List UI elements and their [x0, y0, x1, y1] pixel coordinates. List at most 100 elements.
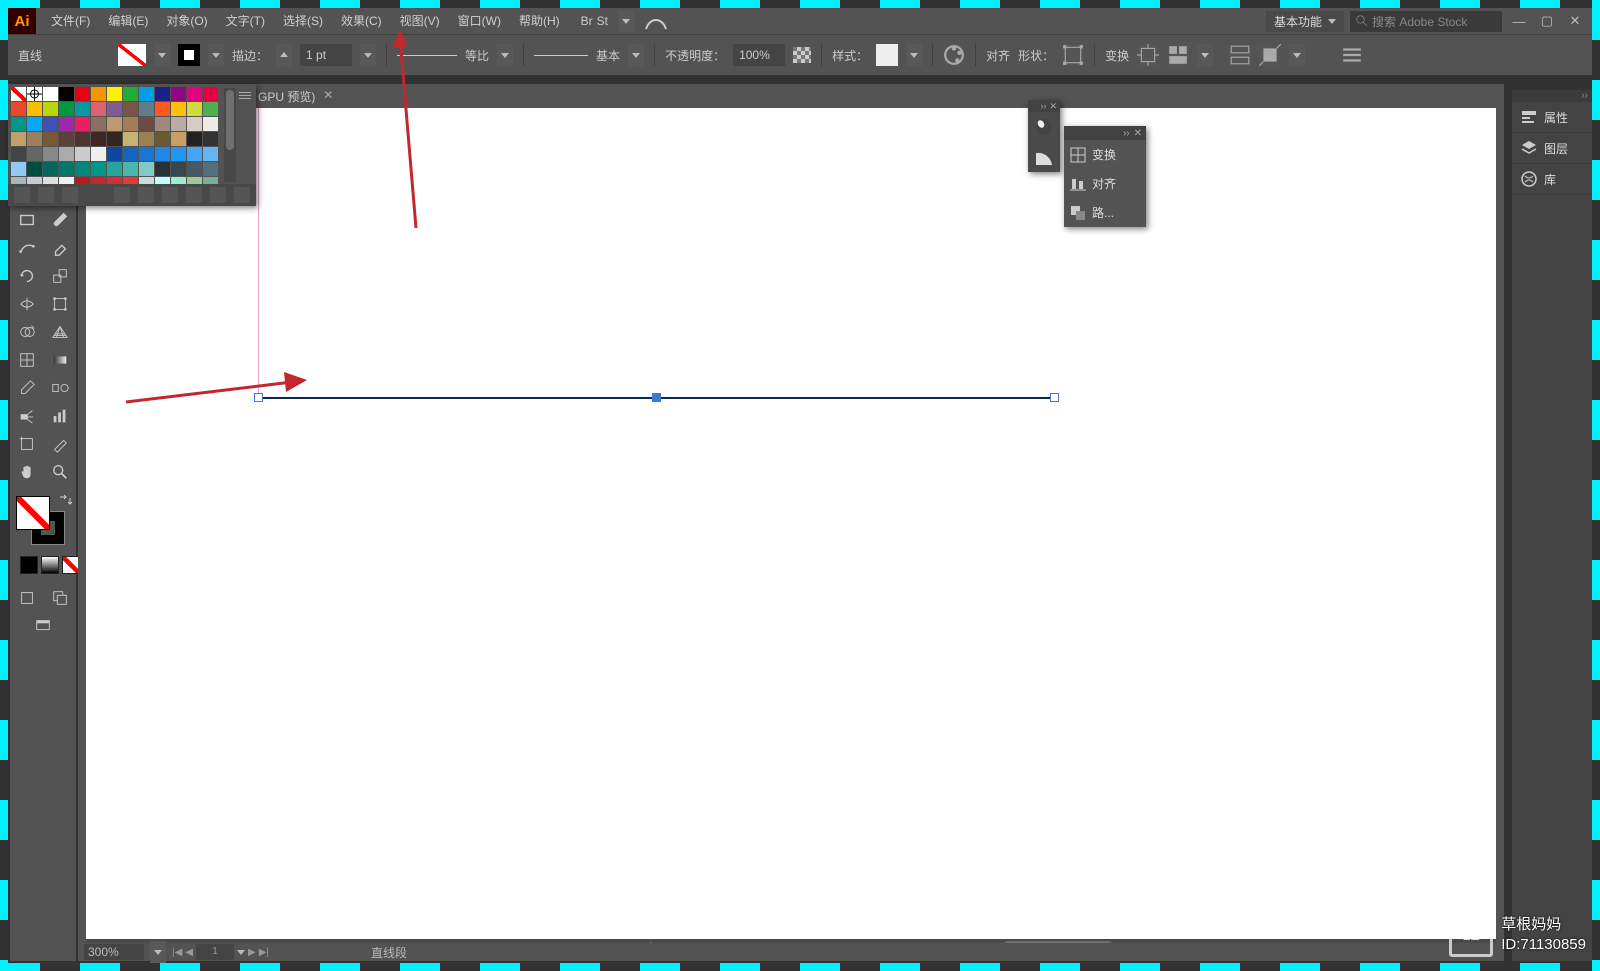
window-maximize[interactable]: ▢ — [1536, 12, 1558, 30]
zoom-tool[interactable] — [43, 458, 76, 486]
swatch-color[interactable] — [59, 147, 74, 161]
swatch-color[interactable] — [139, 102, 154, 116]
menu-window[interactable]: 窗口(W) — [449, 8, 510, 34]
swatch-color[interactable] — [107, 147, 122, 161]
swatch-color[interactable] — [171, 147, 186, 161]
swatch-color[interactable] — [139, 117, 154, 131]
artboard-index[interactable]: 1 — [196, 944, 234, 960]
swatch-color[interactable] — [155, 177, 170, 184]
swatch-color[interactable] — [171, 87, 186, 101]
swatch-color[interactable] — [203, 177, 218, 184]
swatch-color[interactable] — [171, 102, 186, 116]
swatch-kind-icon[interactable] — [38, 187, 54, 203]
fill-color-swatch[interactable] — [118, 44, 146, 66]
menu-edit[interactable]: 编辑(E) — [99, 8, 157, 34]
swatch-color[interactable] — [203, 147, 218, 161]
swatch-color[interactable] — [171, 117, 186, 131]
swatches-menu-icon[interactable] — [236, 86, 254, 104]
recolor-artwork-icon[interactable] — [943, 44, 965, 66]
swatch-color[interactable] — [43, 177, 58, 184]
align-panel-row[interactable]: 对齐 — [1064, 169, 1146, 198]
selection-handle-mid[interactable] — [652, 393, 661, 402]
perspective-grid-tool[interactable] — [43, 318, 76, 346]
swatch-color[interactable] — [11, 147, 26, 161]
swatch-color[interactable] — [43, 117, 58, 131]
next-artboard-icon[interactable]: ▶ — [248, 947, 256, 958]
color-panel-icon[interactable] — [1028, 112, 1060, 142]
selection-handle-left[interactable] — [254, 393, 263, 402]
fill-color-dropdown[interactable] — [154, 44, 170, 66]
swatch-color[interactable] — [187, 117, 202, 131]
swatch-color[interactable] — [91, 177, 106, 184]
align-to-dropdown[interactable] — [1197, 44, 1213, 66]
rotate-tool[interactable] — [10, 262, 43, 290]
screen-mode-icon[interactable] — [10, 612, 76, 640]
xy-input-icon[interactable] — [1229, 44, 1251, 66]
swatch-color[interactable] — [123, 162, 138, 176]
swatch-color[interactable] — [91, 117, 106, 131]
transform-panel-row[interactable]: 变换 — [1064, 140, 1146, 169]
swatch-color[interactable] — [187, 162, 202, 176]
libraries-panel-tab[interactable]: 库 — [1512, 164, 1592, 195]
opacity-slider-icon[interactable] — [793, 47, 811, 63]
menu-help[interactable]: 帮助(H) — [510, 8, 569, 34]
hand-tool[interactable] — [10, 458, 43, 486]
swatch-color[interactable] — [107, 132, 122, 146]
fill-stroke-indicator[interactable] — [10, 492, 76, 552]
stroke-weight-dropdown[interactable] — [360, 44, 376, 66]
swatch-color[interactable] — [107, 117, 122, 131]
mini-dock-head[interactable]: ››✕ — [1028, 100, 1060, 112]
workspace-switcher[interactable]: 基本功能 — [1266, 11, 1344, 32]
swatch-color[interactable] — [203, 87, 218, 101]
swatch-color[interactable] — [27, 117, 42, 131]
swatch-color[interactable] — [91, 162, 106, 176]
swatch-color[interactable] — [43, 102, 58, 116]
swatch-color[interactable] — [203, 132, 218, 146]
swatches-scrollbar[interactable] — [224, 88, 236, 182]
swatch-color[interactable] — [139, 177, 154, 184]
layers-panel-tab[interactable]: 图层 — [1512, 133, 1592, 164]
new-swatch2-icon[interactable] — [210, 187, 226, 203]
folder2-icon[interactable] — [186, 187, 202, 203]
stroke-weight-up[interactable] — [276, 44, 292, 66]
gradient-tool[interactable] — [43, 346, 76, 374]
stroke-weight-value[interactable]: 1 pt — [300, 44, 352, 66]
free-transform-tool[interactable] — [43, 290, 76, 318]
first-artboard-icon[interactable]: |◀ — [172, 947, 182, 958]
swatch-color[interactable] — [171, 132, 186, 146]
menu-select[interactable]: 选择(S) — [274, 8, 332, 34]
menu-type[interactable]: 文字(T) — [217, 8, 274, 34]
swatch-color[interactable] — [91, 132, 106, 146]
swatch-color[interactable] — [107, 162, 122, 176]
fill-indicator[interactable] — [16, 496, 50, 530]
swatch-color[interactable] — [11, 117, 26, 131]
swatch-color[interactable] — [75, 147, 90, 161]
swatch-color[interactable] — [75, 102, 90, 116]
draw-behind-icon[interactable] — [43, 584, 76, 612]
swatch-color[interactable] — [155, 102, 170, 116]
swatch-color[interactable] — [27, 147, 42, 161]
swatch-color[interactable] — [43, 162, 58, 176]
swatch-color[interactable] — [155, 162, 170, 176]
swatch-color[interactable] — [11, 132, 26, 146]
swatch-color[interactable] — [43, 87, 58, 101]
swatch-color[interactable] — [155, 117, 170, 131]
artboard-tool[interactable] — [10, 430, 43, 458]
swatch-color[interactable] — [107, 177, 122, 184]
bridge-icon[interactable]: Br — [581, 14, 593, 28]
swatch-color[interactable] — [171, 177, 186, 184]
swatch-color[interactable] — [155, 87, 170, 101]
swatch-color[interactable] — [91, 147, 106, 161]
new-color-group-icon[interactable] — [114, 187, 130, 203]
swatch-color[interactable] — [123, 87, 138, 101]
swatch-color[interactable] — [75, 177, 90, 184]
opacity-value[interactable]: 100% — [733, 44, 785, 66]
swatch-color[interactable] — [91, 102, 106, 116]
swatch-none[interactable] — [11, 87, 26, 101]
swatch-color[interactable] — [203, 102, 218, 116]
scale-tool[interactable] — [43, 262, 76, 290]
menu-object[interactable]: 对象(O) — [157, 8, 216, 34]
swatch-color[interactable] — [59, 162, 74, 176]
stroke-color-dropdown[interactable] — [208, 44, 224, 66]
window-minimize[interactable]: — — [1508, 12, 1530, 30]
